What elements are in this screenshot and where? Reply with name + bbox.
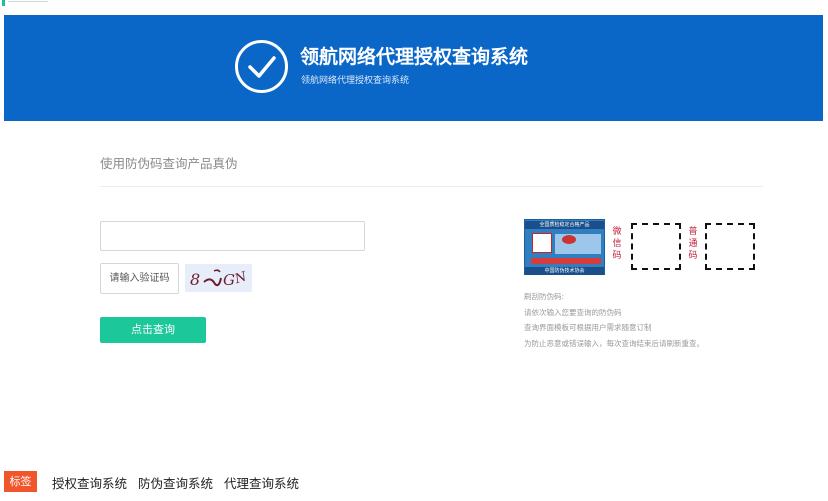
- header-banner: 领航网络代理授权查询系统 领航网络代理授权查询系统: [4, 15, 823, 121]
- label-qr-icon: [532, 233, 552, 253]
- label-red-strip: [531, 258, 601, 264]
- anti-counterfeit-code-input[interactable]: [100, 221, 365, 251]
- instructions-block: 刷刮防伪码: 请依次输入您要查询的防伪码 查询界面模板可根据用户需求随意订制 为…: [524, 289, 704, 351]
- normal-code-label: 普通码: [688, 227, 698, 261]
- check-circle-icon: [235, 40, 288, 93]
- anti-counterfeit-label-image: 全国质检稳定合格产品 中国防伪技术协会: [524, 219, 605, 275]
- captcha-input[interactable]: [100, 263, 179, 294]
- instructions-heading: 刷刮防伪码:: [524, 292, 565, 301]
- tag-badge: 标签: [4, 471, 37, 492]
- section-divider: [100, 186, 763, 187]
- sample-label-illustration: 全国质检稳定合格产品 中国防伪技术协会 微信码 普通码: [524, 219, 758, 277]
- instructions-line: 请依次输入您要查询的防伪码: [524, 307, 622, 317]
- tag-links: 授权查询系统 防伪查询系统 代理查询系统: [52, 473, 306, 492]
- svg-text:8: 8: [190, 270, 200, 289]
- top-breadcrumb-fragment: [8, 0, 48, 2]
- banner-title: 领航网络代理授权查询系统: [300, 46, 529, 68]
- banner-subtitle: 领航网络代理授权查询系统: [301, 76, 410, 86]
- tag-link-anti-counterfeit[interactable]: 防伪查询系统: [138, 476, 213, 491]
- top-accent-bar: [2, 0, 5, 6]
- tag-link-authorization[interactable]: 授权查询系统: [52, 476, 127, 491]
- instructions-line: 为防止恶意或错误输入，每次查询结束后请刷新重查。: [524, 338, 704, 348]
- captcha-image[interactable]: 8 G N: [185, 264, 252, 292]
- captcha-glyphs: 8 G N: [190, 269, 249, 289]
- normal-qr-placeholder: [705, 223, 755, 270]
- checkmark-icon: [248, 56, 276, 78]
- weixin-qr-placeholder: [631, 223, 681, 270]
- section-title: 使用防伪码查询产品真伪: [100, 156, 238, 171]
- query-button[interactable]: 点击查询: [100, 317, 206, 343]
- weixin-code-label: 微信码: [612, 227, 622, 261]
- label-card-footer: 中国防伪技术协会: [525, 267, 604, 275]
- instructions-line: 查询界面模板可根据用户需求随意订制: [524, 323, 652, 332]
- tag-link-agent[interactable]: 代理查询系统: [224, 476, 299, 491]
- label-card-title: 全国质检稳定合格产品: [525, 221, 604, 229]
- label-stamp-icon: [562, 235, 576, 244]
